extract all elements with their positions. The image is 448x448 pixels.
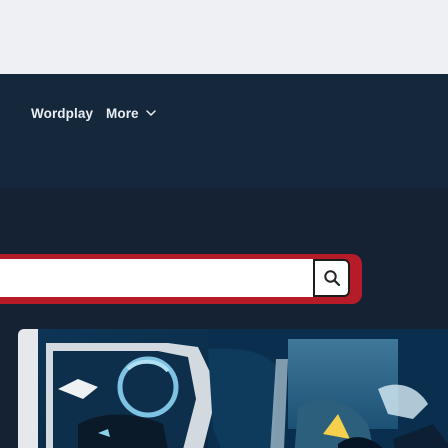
hero-illustration [38,329,448,448]
nav-more-label: More [106,106,139,121]
hero-image[interactable] [38,329,448,448]
top-band [0,0,448,74]
nav-item-wordplay[interactable]: Wordplay [31,106,93,121]
search-icon [323,270,340,287]
chevron-down-icon [145,110,156,116]
nav-item-more[interactable]: More [106,106,156,121]
search-input[interactable] [0,259,314,297]
search-button[interactable] [313,259,350,297]
hero-section [0,312,448,448]
nav-bar [0,74,448,188]
search-container [0,254,362,304]
